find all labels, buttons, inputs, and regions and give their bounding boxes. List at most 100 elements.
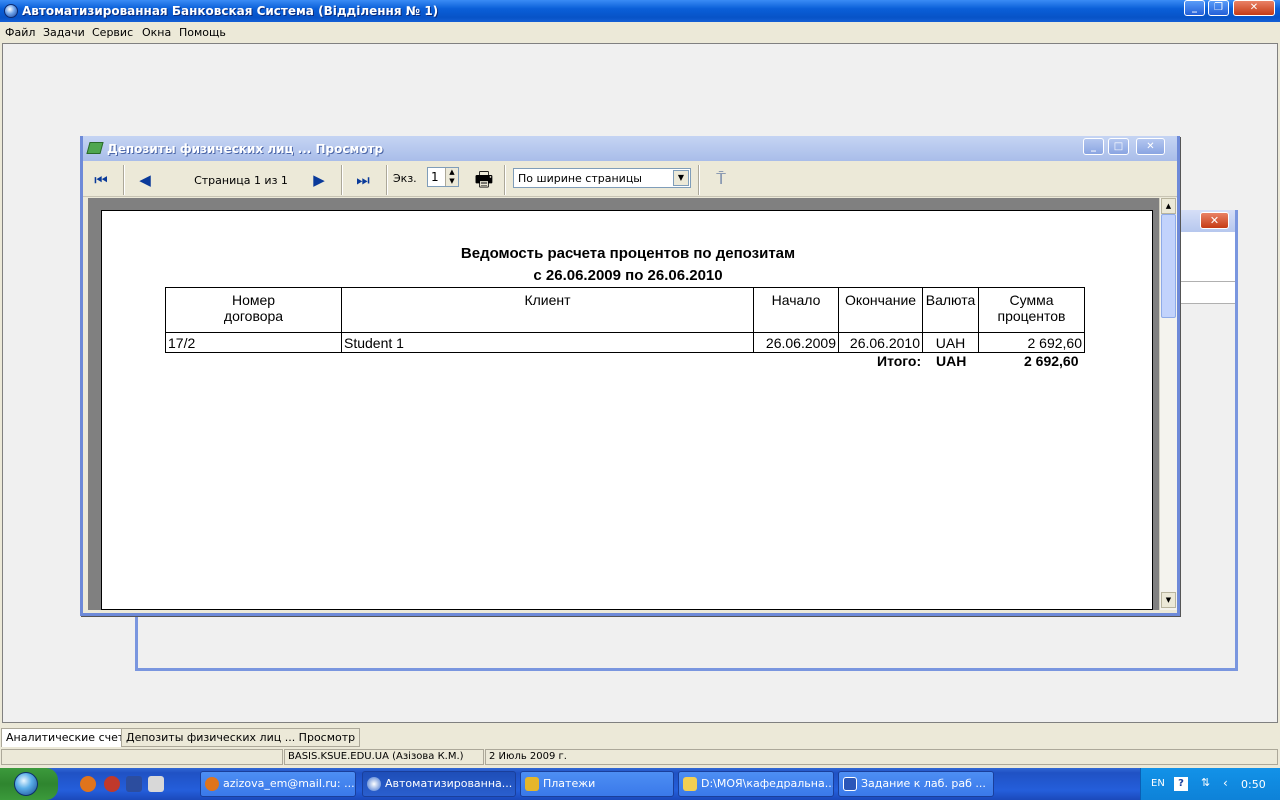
exit-door-icon[interactable]: ⍑ (710, 167, 732, 191)
report-period: с 26.06.2009 по 26.06.2010 (533, 267, 723, 284)
col-sum: Сумма процентов (978, 287, 1085, 333)
folder-icon (683, 777, 697, 791)
spinner-arrows-icon[interactable]: ▲ ▼ (445, 168, 458, 186)
scroll-down-icon[interactable]: ▼ (1161, 592, 1176, 608)
preview-close-button[interactable]: ✕ (1136, 138, 1165, 155)
table-row: 17/2 Student 1 26.06.2009 26.06.2010 UAH… (165, 332, 1085, 353)
tab-deposits-preview[interactable]: Депозиты физических лиц ... Просмотр (121, 728, 361, 747)
scroll-thumb[interactable] (1161, 214, 1176, 318)
toolbar-separator (341, 165, 343, 195)
cell-contract: 17/2 (165, 332, 342, 353)
language-indicator[interactable]: EN (1151, 778, 1165, 789)
system-tray: EN ? ⇅ ‹ 0:50 (1140, 768, 1280, 800)
preview-maximize-button[interactable]: □ (1108, 138, 1129, 155)
toolbar-separator (698, 165, 700, 195)
clock: 0:50 (1241, 778, 1266, 791)
deposit-icon (86, 142, 104, 154)
status-user: BASIS.KSUE.EDU.UA (Азізова К.М.) (284, 749, 484, 765)
menu-file[interactable]: Файл (5, 26, 35, 39)
main-titlebar[interactable]: Автоматизированная Банковская Система (В… (0, 0, 1280, 22)
totals-sum: 2 692,60 (1024, 353, 1079, 369)
statusbar: BASIS.KSUE.EDU.UA (Азізова К.М.) 2 Июль … (0, 748, 1280, 766)
table-header-row: Номер договора Клиент Начало Окончание В… (165, 287, 1085, 333)
menu-windows[interactable]: Окна (142, 26, 171, 39)
background-window-panel (1175, 232, 1235, 282)
menu-service[interactable]: Сервис (92, 26, 133, 39)
task-folder-label: D:\МОЯ\кафедральна... (701, 777, 834, 790)
media-player-icon[interactable] (126, 776, 142, 792)
cell-currency: UAH (922, 332, 979, 353)
minimize-button[interactable]: _ (1184, 0, 1205, 16)
status-panel-empty (1, 749, 283, 765)
zoom-value: По ширине страницы (518, 172, 642, 185)
task-payments[interactable]: Платежи (520, 771, 674, 797)
col-contract-line2: договора (223, 308, 284, 324)
toolbar-separator (504, 165, 506, 195)
zoom-select[interactable]: По ширине страницы ▼ (513, 168, 691, 188)
col-contract: Номер договора (165, 287, 342, 333)
start-button[interactable] (0, 768, 58, 800)
word-document-icon (843, 777, 857, 791)
close-button[interactable]: ✕ (1233, 0, 1275, 16)
menu-tasks[interactable]: Задачи (43, 26, 85, 39)
taskbar: azizova_em@mail.ru: ... Автоматизированн… (0, 768, 1280, 800)
totals-label: Итого: (877, 353, 922, 369)
toolbar-separator (123, 165, 125, 195)
network-icon[interactable]: ⇅ (1201, 776, 1210, 789)
first-page-icon[interactable]: ⏮ (91, 167, 111, 193)
cell-client: Student 1 (341, 332, 754, 353)
report-paper: Ведомость расчета процентов по депозитам… (101, 210, 1153, 610)
preview-titlebar[interactable]: Депозиты физических лиц ... Просмотр _ □… (83, 136, 1177, 161)
app-title: Автоматизированная Банковская Система (В… (22, 4, 439, 18)
background-window-close-button[interactable]: ✕ (1200, 212, 1229, 229)
menubar: Файл Задачи Сервис Окна Помощь (0, 22, 1280, 42)
menu-help[interactable]: Помощь (179, 26, 226, 39)
preview-window[interactable]: Депозиты физических лиц ... Просмотр _ □… (80, 136, 1180, 616)
toolbar-separator (386, 165, 388, 195)
vertical-scrollbar[interactable]: ▲ ▼ (1159, 198, 1177, 610)
chevron-down-icon[interactable]: ▼ (673, 170, 689, 186)
chevron-left-icon[interactable]: ‹ (1223, 776, 1228, 790)
report-page-area: Ведомость расчета процентов по депозитам… (88, 198, 1159, 610)
app-globe-icon (367, 777, 381, 791)
opera-icon[interactable] (104, 776, 120, 792)
cell-end: 26.06.2010 (838, 332, 923, 353)
report-title: Ведомость расчета процентов по депозитам (460, 245, 796, 262)
col-sum-line2: процентов (997, 308, 1066, 324)
preview-minimize-button[interactable]: _ (1083, 138, 1104, 155)
background-window-panel-row (1175, 282, 1235, 304)
col-sum-line1: Сумма (1009, 292, 1054, 308)
restore-button[interactable]: ❐ (1208, 0, 1229, 16)
windows-logo-icon (14, 772, 38, 796)
firefox-icon[interactable] (80, 776, 96, 792)
totals-currency: UAH (936, 353, 967, 369)
payments-icon (525, 777, 539, 791)
col-contract-line1: Номер (231, 292, 276, 308)
task-payments-label: Платежи (543, 777, 596, 790)
col-currency: Валюта (922, 287, 979, 333)
copies-spinner[interactable]: 1 ▲ ▼ (427, 167, 459, 187)
preview-title: Депозиты физических лиц ... Просмотр (107, 142, 384, 156)
prev-page-icon[interactable]: ◀ (135, 167, 155, 193)
copies-label: Экз. (393, 172, 417, 185)
printer-icon[interactable]: 🖶 (471, 167, 497, 191)
col-client: Клиент (341, 287, 754, 333)
report-table: Номер договора Клиент Начало Окончание В… (165, 287, 1085, 353)
task-word-doc[interactable]: Задание к лаб. раб ... (838, 771, 994, 797)
cell-start: 26.06.2009 (753, 332, 839, 353)
task-bank-system[interactable]: Автоматизированна... (362, 771, 516, 797)
mdi-tabbar: Аналитические счета Депозиты физических … (0, 725, 1280, 747)
last-page-icon[interactable]: ⏭ (353, 167, 373, 193)
scroll-up-icon[interactable]: ▲ (1161, 198, 1176, 214)
col-start: Начало (753, 287, 839, 333)
col-end: Окончание (838, 287, 923, 333)
tab-analytical-accounts[interactable]: Аналитические счета (1, 728, 137, 747)
next-page-icon[interactable]: ▶ (309, 167, 329, 193)
calculator-icon[interactable] (148, 776, 164, 792)
help-icon[interactable]: ? (1174, 777, 1188, 791)
task-bank-system-label: Автоматизированна... (385, 777, 513, 790)
task-folder[interactable]: D:\МОЯ\кафедральна... (678, 771, 834, 797)
copies-value: 1 (431, 170, 439, 184)
cell-sum: 2 692,60 (978, 332, 1085, 353)
task-mail[interactable]: azizova_em@mail.ru: ... (200, 771, 356, 797)
